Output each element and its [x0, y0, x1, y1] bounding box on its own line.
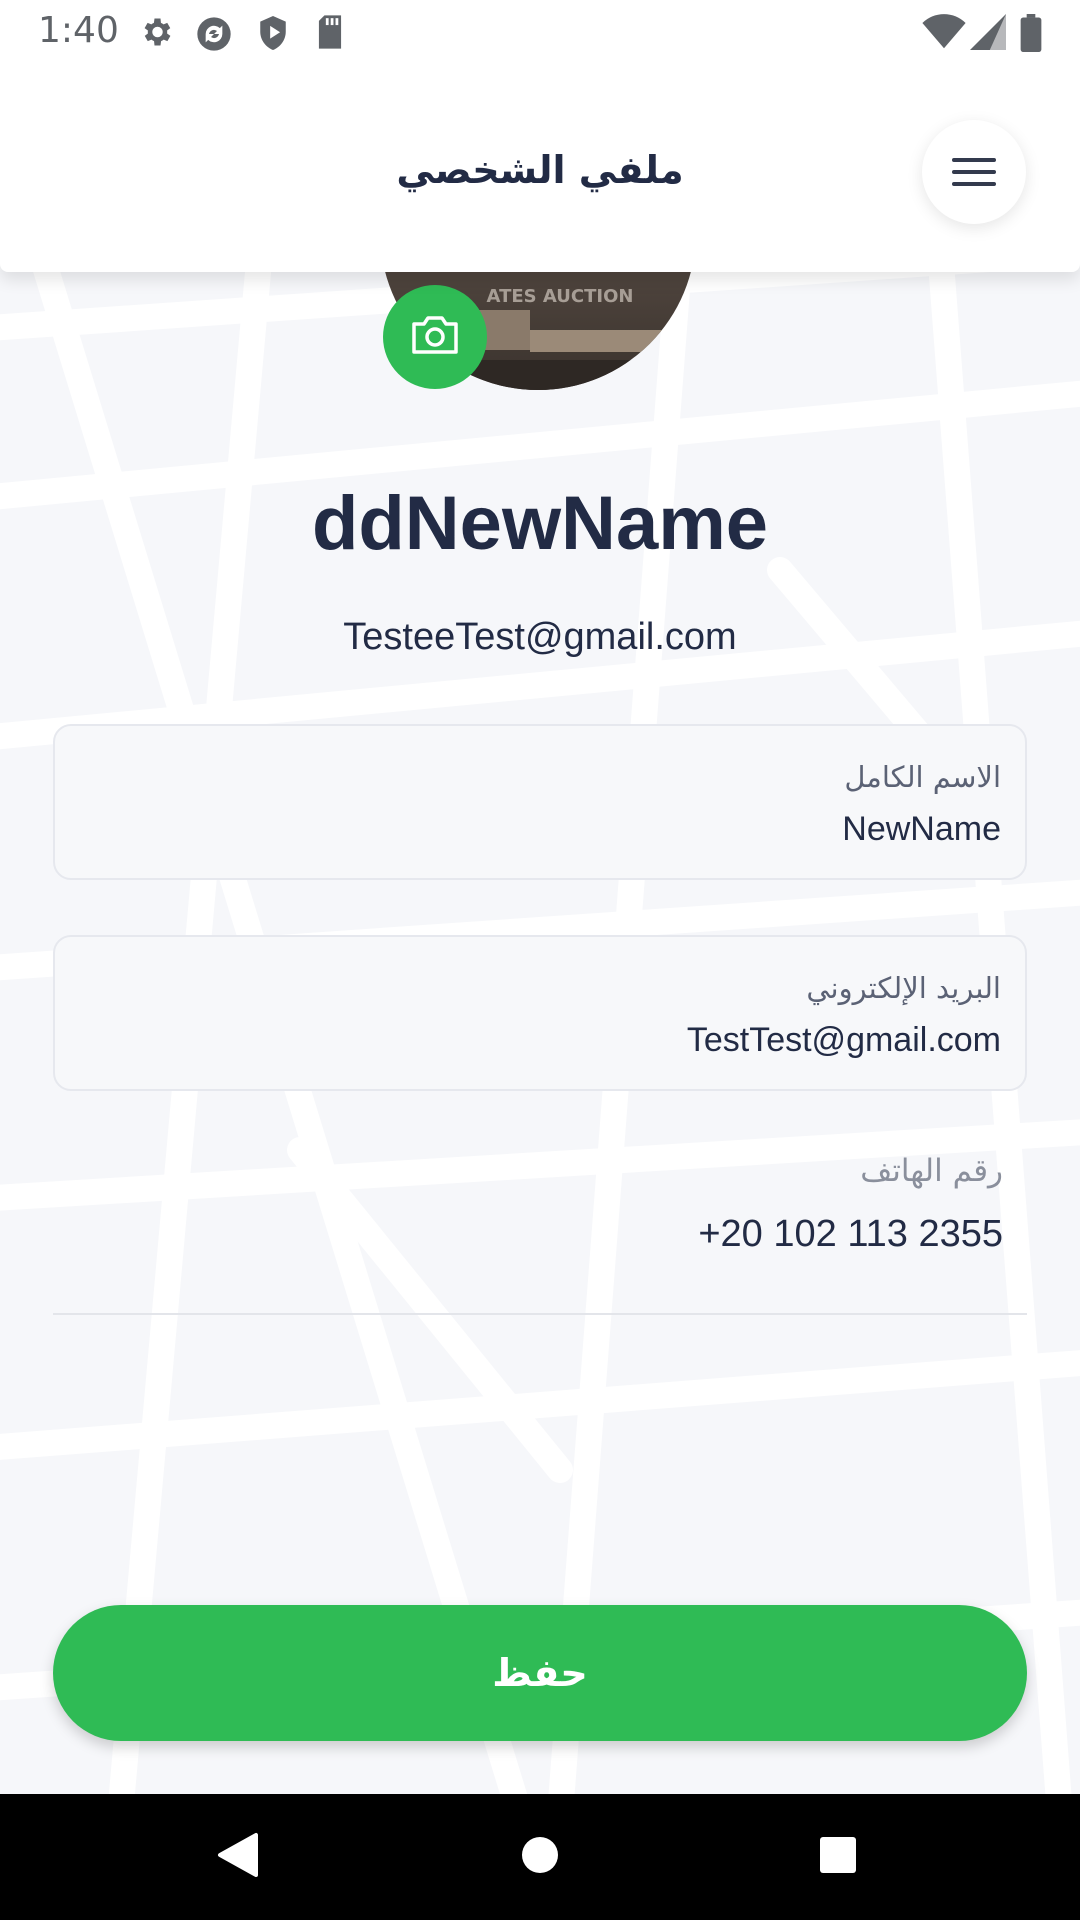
camera-icon — [410, 314, 460, 360]
email-input[interactable]: TestTest@gmail.com — [687, 1021, 1001, 1060]
back-icon — [216, 1831, 260, 1883]
page-title: ملفي الشخصي — [396, 148, 684, 192]
back-button[interactable] — [178, 1794, 298, 1920]
recents-icon — [818, 1835, 858, 1879]
system-nav-bar — [0, 1794, 1080, 1920]
email-label: البريد الإلكتروني — [806, 971, 1001, 1005]
status-time: 1:40 — [38, 10, 119, 51]
menu-button[interactable] — [922, 120, 1026, 224]
email-field[interactable]: البريد الإلكتروني TestTest@gmail.com — [53, 935, 1027, 1091]
full-name-input[interactable]: NewName — [842, 810, 1001, 849]
app-header: ملفي الشخصي — [0, 64, 1080, 272]
gear-icon — [138, 14, 174, 54]
phone-input[interactable]: +20 102 113 2355 — [698, 1213, 1003, 1256]
save-button[interactable]: حفظ — [53, 1605, 1027, 1741]
battery-icon — [1020, 14, 1042, 56]
phone-label: رقم الهاتف — [860, 1153, 1003, 1189]
sync-icon — [194, 14, 234, 58]
full-name-label: الاسم الكامل — [844, 760, 1001, 794]
profile-email: TesteeTest@gmail.com — [343, 616, 737, 658]
svg-text:ATES AUCTION: ATES AUCTION — [487, 286, 634, 307]
status-bar: 1:40 — [0, 0, 1080, 64]
phone-field[interactable]: رقم الهاتف +20 102 113 2355 — [53, 1135, 1027, 1315]
full-name-field[interactable]: الاسم الكامل NewName — [53, 724, 1027, 880]
profile-name: ddNewName — [311, 481, 769, 566]
wifi-icon — [922, 14, 966, 54]
home-icon — [520, 1835, 560, 1879]
hamburger-menu-icon — [952, 154, 996, 190]
signal-icon — [970, 14, 1006, 54]
save-button-label: حفظ — [492, 1651, 588, 1695]
shield-play-icon — [256, 14, 290, 56]
change-photo-button[interactable] — [383, 285, 487, 389]
sd-card-icon — [316, 14, 344, 54]
recents-button[interactable] — [778, 1794, 898, 1920]
home-button[interactable] — [480, 1794, 600, 1920]
